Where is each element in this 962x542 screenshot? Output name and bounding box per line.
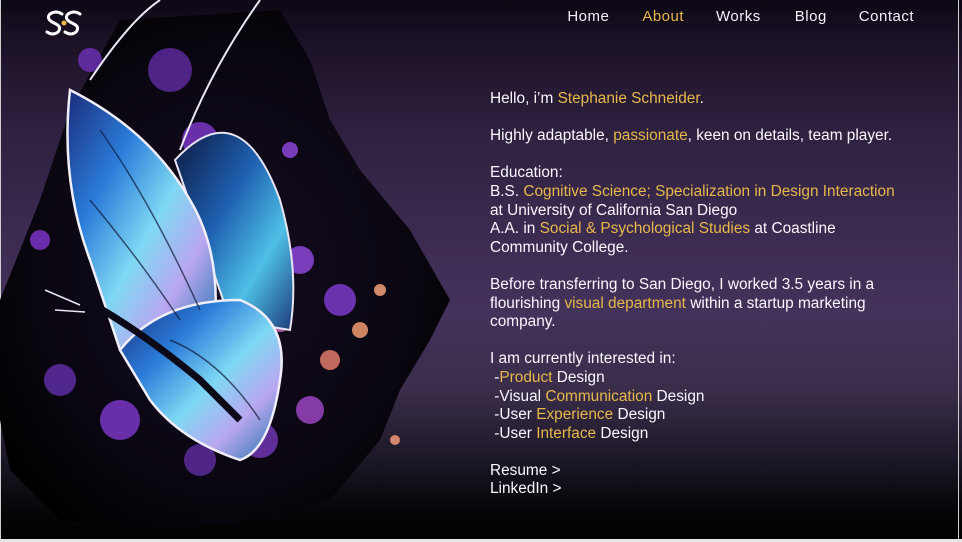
- interest-suffix: Design: [613, 406, 666, 424]
- transfer-text: Before transferring to San Diego, I work…: [490, 276, 910, 332]
- interest-item: -User Experience Design: [490, 406, 910, 425]
- bs-field: Cognitive Science; Specialization in Des…: [523, 182, 895, 200]
- butterfly-artwork: [0, 0, 450, 530]
- nav-works[interactable]: Works: [716, 8, 761, 25]
- transfer-highlight: visual department: [564, 294, 686, 312]
- aa-field: Social & Psychological Studies: [539, 220, 751, 238]
- intro-part-b: , keen on details, team player.: [687, 127, 893, 145]
- person-name: Stephanie Schneider: [557, 90, 700, 107]
- interest-highlight: Interface: [536, 424, 597, 442]
- bs-suffix: at University of California San Diego: [490, 201, 738, 219]
- education-bs: B.S. Cognitive Science; Specialization i…: [490, 183, 910, 220]
- interest-prefix: -User: [490, 424, 537, 442]
- greeting-prefix: Hello, i’m: [490, 90, 558, 107]
- intro-highlight: passionate: [613, 127, 688, 145]
- interest-item: -Product Design: [490, 369, 910, 388]
- resume-link[interactable]: Resume >: [490, 462, 910, 481]
- interest-highlight: Product: [499, 368, 553, 386]
- nav-blog[interactable]: Blog: [795, 8, 827, 25]
- interest-suffix: Design: [652, 387, 705, 405]
- greeting-suffix: .: [699, 90, 704, 107]
- linkedin-link[interactable]: LinkedIn >: [490, 480, 910, 499]
- interest-suffix: Design: [596, 424, 649, 442]
- interest-item: -Visual Communication Design: [490, 388, 910, 407]
- greeting: Hello, i’m Stephanie Schneider.: [490, 90, 910, 109]
- bs-prefix: B.S.: [490, 182, 524, 200]
- interest-prefix: -Visual: [490, 387, 546, 405]
- nav-home[interactable]: Home: [567, 8, 609, 25]
- nav-about[interactable]: About: [642, 8, 684, 25]
- brand-logo-icon[interactable]: [44, 8, 84, 38]
- education-aa: A.A. in Social & Psychological Studies a…: [490, 220, 910, 257]
- aa-prefix: A.A. in: [490, 220, 540, 238]
- main-nav: Home About Works Blog Contact: [567, 8, 914, 25]
- intro-part-a: Highly adaptable,: [490, 127, 614, 145]
- interests-heading: I am currently interested in:: [490, 350, 676, 368]
- nav-contact[interactable]: Contact: [859, 8, 914, 25]
- interest-prefix: -: [490, 368, 500, 386]
- about-content: Hello, i’m Stephanie Schneider. Highly a…: [490, 90, 910, 499]
- interest-prefix: -User: [490, 406, 537, 424]
- intro-text: Highly adaptable, passionate, keen on de…: [490, 127, 910, 146]
- interest-suffix: Design: [552, 368, 605, 386]
- frame-right-border: [958, 0, 959, 542]
- education-heading: Education:: [490, 164, 563, 182]
- interest-item: -User Interface Design: [490, 425, 910, 444]
- interest-highlight: Experience: [536, 406, 614, 424]
- interest-highlight: Communication: [545, 387, 653, 405]
